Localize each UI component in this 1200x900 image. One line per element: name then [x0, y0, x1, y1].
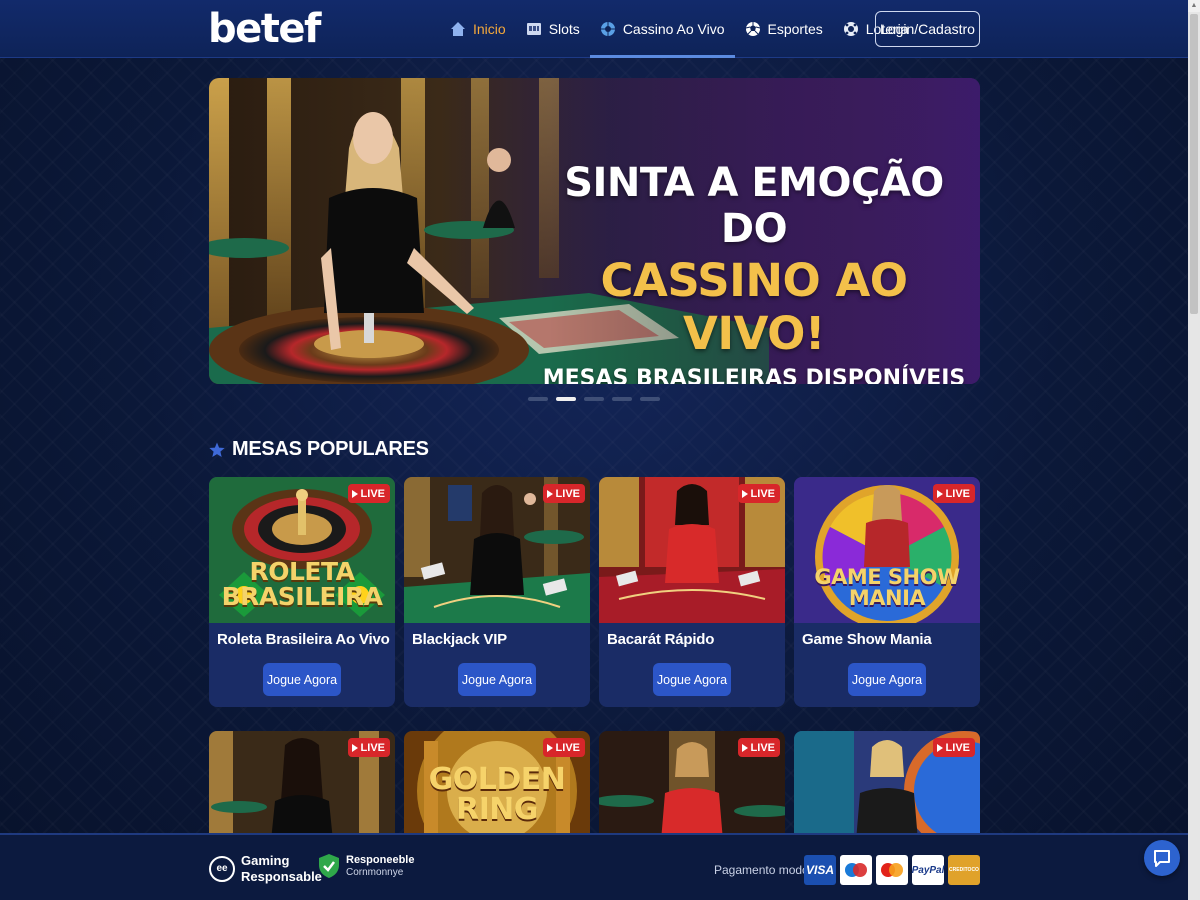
hero-text: SINTA A EMOÇÃO DO CASSINO AO VIVO! MESAS… — [539, 160, 969, 384]
thumb-title: GAME SHOW MANIA — [814, 565, 960, 610]
game-title: Blackjack VIP — [412, 631, 507, 648]
play-icon — [741, 743, 748, 752]
game-card-row2[interactable]: LIVE — [794, 731, 980, 841]
game-card-bacarat[interactable]: LIVE Bacarát Rápido Jogue Agora — [599, 477, 785, 707]
thumb-title: GOLDEN RING — [428, 762, 566, 827]
carousel-dot[interactable] — [612, 397, 632, 401]
home-icon — [450, 21, 466, 37]
carousel-indicators — [528, 397, 660, 401]
gaming-line2: Responsable — [241, 868, 322, 884]
live-badge: LIVE — [542, 484, 585, 503]
play-now-button[interactable]: Jogue Agora — [653, 663, 731, 696]
game-thumbnail[interactable]: ROLETA BRASILEIRA LIVE — [209, 477, 395, 623]
star-icon — [209, 442, 225, 457]
soccer-ball-icon — [745, 21, 761, 37]
play-icon — [351, 489, 358, 498]
scrollbar-thumb[interactable] — [1190, 14, 1198, 314]
play-icon — [741, 489, 748, 498]
live-badge: LIVE — [737, 484, 780, 503]
live-badge: LIVE — [347, 738, 390, 757]
nav-slots[interactable]: Slots — [516, 0, 590, 58]
resp-line2: Cornmonnye — [346, 867, 404, 879]
credit-card-logo: CREDITOCO — [948, 855, 980, 885]
live-badge: LIVE — [932, 738, 975, 757]
carousel-dot[interactable] — [640, 397, 660, 401]
live-badge: LIVE — [542, 738, 585, 757]
play-icon — [546, 743, 553, 752]
responsible-shield-badge[interactable]: Responeeble Cornmonnye — [318, 853, 414, 879]
game-thumbnail[interactable]: GAME SHOW MANIA LIVE — [794, 477, 980, 623]
game-card-golden-ring[interactable]: GOLDEN RING LIVE — [404, 731, 590, 841]
game-title: Roleta Brasileira Ao Vivo — [217, 631, 390, 648]
slot-machine-icon — [526, 21, 542, 37]
resp-line1: Responeeble — [346, 854, 415, 866]
thumb-title: ROLETA BRASILEIRA — [221, 557, 383, 611]
scrollbar[interactable]: ▲ — [1188, 0, 1200, 900]
play-now-button[interactable]: Jogue Agora — [848, 663, 926, 696]
live-badge: LIVE — [932, 484, 975, 503]
main-nav: Inicio Slots Cassino Ao Vivo Esportes Lo… — [440, 0, 919, 58]
payment-label: Pagamento modos — [714, 863, 815, 877]
game-thumbnail[interactable]: LIVE — [404, 477, 590, 623]
play-icon — [936, 743, 943, 752]
play-icon — [546, 489, 553, 498]
chat-support-button[interactable] — [1144, 840, 1180, 876]
game-card-row2[interactable]: LIVE — [599, 731, 785, 841]
logo[interactable]: betef — [208, 6, 321, 52]
section-title: MESAS POPULARES — [232, 438, 429, 460]
paypal-logo: PayPal — [912, 855, 944, 885]
nav-inicio[interactable]: Inicio — [440, 0, 516, 58]
nav-esportes[interactable]: Esportes — [735, 0, 833, 58]
login-button[interactable]: Login/Cadastro — [875, 11, 980, 47]
play-now-button[interactable]: Jogue Agora — [458, 663, 536, 696]
play-icon — [351, 743, 358, 752]
game-thumbnail[interactable]: LIVE — [599, 477, 785, 623]
nav-label: Esportes — [767, 21, 823, 37]
top-navbar: betef Inicio Slots Cassino Ao Vivo Espor… — [0, 0, 1188, 58]
game-card-row2[interactable]: LIVE — [209, 731, 395, 841]
game-card-blackjack[interactable]: LIVE Blackjack VIP Jogue Agora — [404, 477, 590, 707]
chat-icon — [1154, 850, 1170, 867]
gaming-line1: Gaming — [241, 853, 290, 868]
nav-label: Cassino Ao Vivo — [622, 21, 725, 37]
carousel-dot[interactable] — [528, 397, 548, 401]
roulette-icon — [600, 21, 616, 37]
carousel-dot[interactable] — [584, 397, 604, 401]
game-card-roleta[interactable]: ROLETA BRASILEIRA LIVE Roleta Brasileira… — [209, 477, 395, 707]
visa-logo: VISA — [804, 855, 836, 885]
carousel-dot-active[interactable] — [556, 397, 576, 401]
mastercard-logo — [876, 855, 908, 885]
footer-bar: ee Gaming Responsable Responeeble Cornmo… — [0, 833, 1188, 900]
hero-headline-line1: SINTA A EMOÇÃO DO — [564, 160, 944, 252]
shield-check-icon — [319, 854, 339, 879]
hero-subtitle: MESAS BRASILEIRAS DISPONÍVEIS 24/7. — [542, 366, 966, 384]
play-now-button[interactable]: Jogue Agora — [263, 663, 341, 696]
nav-cassino-ao-vivo[interactable]: Cassino Ao Vivo — [589, 0, 735, 58]
gaming-responsible-icon: ee — [209, 855, 235, 882]
section-heading: MESAS POPULARES — [209, 438, 429, 461]
game-card-game-show-mania[interactable]: GAME SHOW MANIA LIVE Game Show Mania Jog… — [794, 477, 980, 707]
scroll-up-arrow-icon[interactable]: ▲ — [1188, 0, 1200, 12]
gaming-responsible-badge[interactable]: ee Gaming Responsable — [209, 853, 322, 884]
nav-label: Slots — [548, 21, 580, 37]
hero-headline-line2: CASSINO AO VIVO! — [600, 254, 908, 360]
game-title: Game Show Mania — [802, 631, 932, 648]
live-badge: LIVE — [347, 484, 390, 503]
game-title: Bacarát Rápido — [607, 631, 715, 648]
maestro-logo — [840, 855, 872, 885]
nav-label: Inicio — [473, 21, 506, 37]
live-badge: LIVE — [737, 738, 780, 757]
hero-banner[interactable]: SINTA A EMOÇÃO DO CASSINO AO VIVO! MESAS… — [209, 78, 980, 384]
lottery-ball-icon — [843, 21, 859, 37]
play-icon — [936, 489, 943, 498]
